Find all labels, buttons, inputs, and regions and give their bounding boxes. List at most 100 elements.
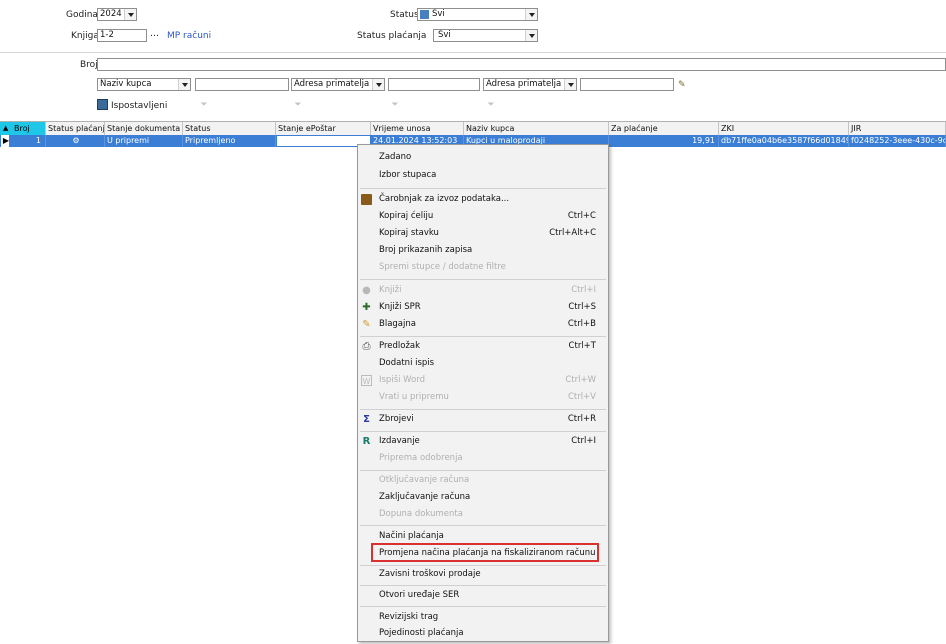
- godina-select[interactable]: 2024: [97, 8, 137, 21]
- field1-input[interactable]: [195, 78, 289, 91]
- cell-zki[interactable]: db71ffe0a04b6e3587f66d01849b: [719, 135, 849, 147]
- menu-item-predlozak[interactable]: ⎙ Predložak Ctrl+T: [358, 338, 608, 355]
- field3-input[interactable]: [580, 78, 674, 91]
- menu-item-knjizi[interactable]: ● Knjiži Ctrl+I: [358, 282, 608, 299]
- menu-item-label: Izdavanje: [379, 436, 420, 446]
- export-wizard-icon: [361, 194, 372, 205]
- cell-status-placanja[interactable]: ⚙: [46, 135, 105, 147]
- ellipsis-button[interactable]: …: [150, 30, 160, 41]
- filter-icon[interactable]: ⏷: [486, 101, 496, 110]
- menu-item-blagajna[interactable]: ✎ Blagajna Ctrl+B: [358, 316, 608, 333]
- clear-filter-icon[interactable]: ✎: [678, 80, 686, 90]
- filter-icon[interactable]: ⏷: [390, 101, 400, 110]
- menu-item-knjizi-spr[interactable]: ✚ Knjiži SPR Ctrl+S: [358, 299, 608, 316]
- menu-item-dopuna[interactable]: Dopuna dokumenta: [358, 506, 608, 523]
- field1-value: Naziv kupca: [100, 79, 152, 89]
- menu-item-shortcut: Ctrl+W: [565, 375, 596, 385]
- chevron-down-icon[interactable]: [564, 79, 576, 90]
- cell-stanje-dokumenta[interactable]: U pripremi: [105, 135, 183, 147]
- menu-item-label: Otključavanje računa: [379, 475, 470, 485]
- field2-value: Adresa primatelja: [294, 79, 370, 89]
- status-placanja-label: Status plaćanja: [357, 31, 427, 41]
- menu-item-revizijski-trag[interactable]: Revizijski trag: [358, 609, 608, 626]
- field3-select[interactable]: Adresa primatelja: [483, 78, 577, 91]
- chevron-down-icon[interactable]: [525, 9, 537, 20]
- menu-item-izdavanje[interactable]: R Izdavanje Ctrl+I: [358, 433, 608, 450]
- chevron-down-icon[interactable]: [124, 9, 136, 20]
- menu-item-spremi-stupce[interactable]: Spremi stupce / dodatne filtre: [358, 259, 608, 276]
- column-header-vrijeme-unosa[interactable]: Vrijeme unosa: [371, 122, 464, 135]
- menu-item-label: Knjiži: [379, 285, 402, 295]
- chevron-down-icon[interactable]: [178, 79, 190, 90]
- issue-icon: R: [362, 436, 371, 447]
- menu-item-dodatni-ispis[interactable]: Dodatni ispis: [358, 355, 608, 372]
- sort-asc-icon: ▲: [3, 124, 9, 132]
- menu-item-shortcut: Ctrl+V: [567, 392, 596, 402]
- menu-item-label: Zbrojevi: [379, 414, 414, 424]
- menu-item-zavisni-troskovi[interactable]: Zavisni troškovi prodaje: [358, 566, 608, 583]
- column-header-naziv-kupca[interactable]: Naziv kupca: [464, 122, 609, 135]
- status-placanja-select[interactable]: Svi: [433, 29, 538, 42]
- printer-icon: ⎙: [362, 341, 371, 352]
- menu-item-label: Čarobnjak za izvoz podataka...: [379, 194, 510, 204]
- menu-item-label: Vrati u pripremu: [379, 392, 449, 402]
- menu-item-ispisi-word[interactable]: W Ispiši Word Ctrl+W: [358, 372, 608, 389]
- menu-item-otvori-uredaje[interactable]: Otvori uređaje SER: [358, 587, 608, 604]
- column-header-stanje-dokumenta[interactable]: Stanje dokumenta: [105, 122, 183, 135]
- knjiga-label: Knjiga: [71, 31, 99, 41]
- chevron-down-icon[interactable]: [372, 79, 384, 90]
- field2-input[interactable]: [388, 78, 480, 91]
- menu-item-label: Knjiži SPR: [379, 302, 421, 312]
- menu-item-label: Zaključavanje računa: [379, 492, 471, 502]
- menu-item-shortcut: Ctrl+S: [568, 302, 596, 312]
- menu-item-shortcut: Ctrl+C: [567, 211, 596, 221]
- column-header-stanje-epostar[interactable]: Stanje ePoštar: [276, 122, 371, 135]
- filter-icon[interactable]: ⏷: [199, 101, 209, 110]
- ispostavljeni-label[interactable]: Ispostavljeni: [111, 101, 167, 111]
- cell-status[interactable]: Pripremljeno: [183, 135, 276, 147]
- menu-item-label: Dopuna dokumenta: [379, 509, 463, 519]
- menu-item-kopiraj-celiju[interactable]: Kopiraj ćeliju Ctrl+C: [358, 208, 608, 225]
- cell-za-placanje[interactable]: 19,91: [609, 135, 719, 147]
- menu-item-label: Spremi stupce / dodatne filtre: [379, 262, 506, 272]
- chevron-down-icon[interactable]: [525, 30, 537, 41]
- broj-input[interactable]: [97, 58, 946, 71]
- menu-item-zadano[interactable]: Zadano: [358, 149, 608, 166]
- menu-item-pojedinosti-placanja[interactable]: Pojedinosti plaćanja: [358, 625, 608, 642]
- field3-value: Adresa primatelja: [486, 79, 562, 89]
- column-header-broj[interactable]: ▲ Broj: [0, 122, 46, 135]
- menu-item-broj-prikazanih[interactable]: Broj prikazanih zapisa: [358, 242, 608, 259]
- knjiga-link[interactable]: MP računi: [167, 31, 211, 41]
- field1-select[interactable]: Naziv kupca: [97, 78, 191, 91]
- knjiga-value: 1-2: [100, 30, 114, 40]
- cell-broj[interactable]: ▶ 1: [0, 135, 46, 147]
- menu-item-shortcut: Ctrl+I: [571, 285, 596, 295]
- cell-jir[interactable]: f0248252-3eee-430c-9d: [849, 135, 946, 147]
- menu-item-label: Blagajna: [379, 319, 416, 329]
- menu-item-carobnjak[interactable]: Čarobnjak za izvoz podataka...: [358, 191, 608, 208]
- menu-item-kopiraj-stavku[interactable]: Kopiraj stavku Ctrl+Alt+C: [358, 225, 608, 242]
- menu-item-otkljucavanje[interactable]: Otključavanje računa: [358, 472, 608, 489]
- book-icon: ●: [362, 285, 371, 296]
- column-header-jir[interactable]: JIR: [849, 122, 946, 135]
- menu-item-zakljucavanje[interactable]: Zaključavanje računa: [358, 489, 608, 506]
- menu-item-label: Priprema odobrenja: [379, 453, 463, 463]
- menu-item-zbrojevi[interactable]: Σ Zbrojevi Ctrl+R: [358, 411, 608, 428]
- knjiga-input[interactable]: 1-2: [97, 29, 147, 42]
- row-indicator-icon: ▶: [1, 135, 9, 147]
- cash-register-icon: ✎: [362, 319, 371, 330]
- menu-item-izbor-stupaca[interactable]: Izbor stupaca: [358, 167, 608, 184]
- menu-separator: [360, 188, 606, 189]
- field2-select[interactable]: Adresa primatelja: [291, 78, 385, 91]
- menu-separator: [360, 409, 606, 410]
- column-header-label: Broj: [14, 124, 30, 133]
- column-header-zki[interactable]: ZKI: [719, 122, 849, 135]
- column-header-status-placanja[interactable]: Status plaćanja: [46, 122, 105, 135]
- sigma-icon: Σ: [363, 414, 370, 425]
- menu-item-vrati-u-pripremu[interactable]: Vrati u pripremu Ctrl+V: [358, 389, 608, 406]
- status-select[interactable]: Svi: [417, 8, 538, 21]
- menu-item-priprema-odobrenja[interactable]: Priprema odobrenja: [358, 450, 608, 467]
- filter-icon[interactable]: ⏷: [293, 101, 303, 110]
- column-header-status[interactable]: Status: [183, 122, 276, 135]
- column-header-za-placanje[interactable]: Za plaćanje: [609, 122, 719, 135]
